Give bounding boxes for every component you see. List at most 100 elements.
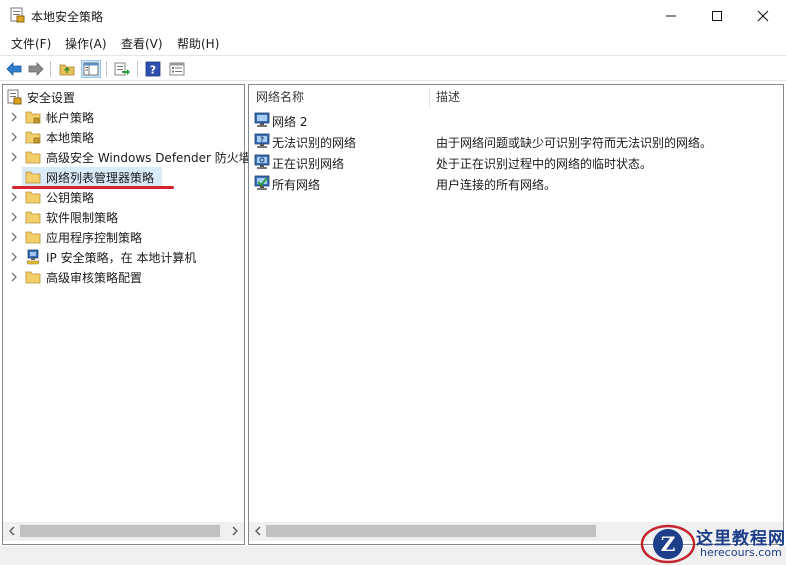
red-annotation-underline (12, 186, 174, 189)
tree-item-label: 高级安全 Windows Defender 防火墙 (46, 150, 251, 165)
chevron-right-icon[interactable] (9, 112, 19, 122)
tree-item-local-policies[interactable]: 本地策略 (3, 127, 243, 147)
menu-action[interactable]: 操作(A) (65, 35, 107, 52)
list-item[interactable]: 所有网络 用户连接的所有网络。 (250, 173, 780, 193)
watermark: Z 这里教程网 herecours.com (640, 520, 786, 565)
list-item-description: 用户连接的所有网络。 (436, 178, 557, 192)
chevron-right-icon[interactable] (9, 272, 19, 282)
tree-item-label: 网络列表管理器策略 (46, 170, 155, 185)
scroll-left-icon[interactable] (6, 525, 18, 537)
svg-text:Z: Z (661, 532, 676, 556)
menu-view[interactable]: 查看(V) (121, 35, 163, 52)
tree-item-label: 公钥策略 (46, 190, 95, 205)
list-item-name: 所有网络 (272, 178, 321, 192)
tree-item-app-control[interactable]: 应用程序控制策略 (3, 227, 243, 247)
menu-bar (0, 31, 786, 53)
toolbar: ? (0, 55, 786, 81)
chevron-right-icon[interactable] (9, 192, 19, 202)
close-button[interactable] (740, 0, 786, 31)
folder-icon (25, 151, 41, 164)
ip-security-icon (26, 249, 40, 265)
svg-text:?: ? (150, 64, 156, 77)
folder-icon (25, 191, 41, 204)
title-bar: 本地安全策略 (0, 0, 786, 31)
toolbar-separator (137, 61, 138, 77)
tree-item-label: 帐户策略 (46, 110, 95, 125)
properties-icon (169, 62, 185, 76)
export-list-icon (114, 62, 130, 76)
toolbar-separator (106, 61, 107, 77)
chevron-right-icon[interactable] (9, 132, 19, 142)
folder-icon (25, 171, 41, 184)
list-item-name: 网络 2 (272, 115, 308, 129)
export-list-button[interactable] (112, 60, 132, 78)
tree-item-label: 软件限制策略 (46, 210, 119, 225)
list-item-description: 处于正在识别过程中的网络的临时状态。 (436, 157, 653, 171)
list-item-name: 无法识别的网络 (272, 136, 357, 150)
close-icon (757, 10, 769, 21)
watermark-site: herecours.com (700, 546, 782, 559)
watermark-logo-icon: Z (640, 524, 696, 564)
show-hide-tree-button[interactable] (81, 60, 101, 78)
back-button[interactable] (4, 60, 24, 78)
maximize-button[interactable] (694, 0, 740, 31)
menu-file[interactable]: 文件(F) (11, 35, 51, 52)
identifying-network-icon (254, 154, 270, 169)
help-icon: ? (145, 61, 161, 77)
help-button[interactable]: ? (143, 60, 163, 78)
list-item[interactable]: ? 无法识别的网络 由于网络问题或缺少可识别字符而无法识别的网络。 (250, 131, 780, 151)
column-header-description[interactable]: 描述 (436, 88, 460, 105)
folder-icon (25, 271, 41, 284)
show-hide-tree-icon (83, 62, 99, 76)
security-settings-icon (7, 89, 22, 105)
list-item-name: 正在识别网络 (272, 157, 345, 171)
tree-item-advanced-audit[interactable]: 高级审核策略配置 (3, 267, 243, 287)
menu-help[interactable]: 帮助(H) (177, 35, 219, 52)
tree-root-security-settings[interactable]: 安全设置 (3, 87, 243, 107)
locked-folder-icon (25, 111, 41, 124)
properties-button[interactable] (167, 60, 187, 78)
window-title: 本地安全策略 (31, 10, 104, 24)
list-item[interactable]: 网络 2 (250, 110, 780, 130)
svg-text:?: ? (260, 136, 264, 144)
tree-item-defender-firewall[interactable]: 高级安全 Windows Defender 防火墙 (3, 147, 251, 167)
column-header-network-name[interactable]: 网络名称 (256, 88, 304, 105)
tree-item-label: 应用程序控制策略 (46, 230, 143, 245)
folder-icon (25, 211, 41, 224)
tree-item-account-policies[interactable]: 帐户策略 (3, 107, 243, 127)
chevron-right-icon[interactable] (9, 232, 19, 242)
minimize-button[interactable] (648, 0, 694, 31)
scroll-left-icon[interactable] (252, 525, 264, 537)
tree-item-ip-security[interactable]: IP 安全策略，在 本地计算机 (3, 247, 243, 267)
list-item[interactable]: 正在识别网络 处于正在识别过程中的网络的临时状态。 (250, 152, 780, 172)
chevron-right-icon[interactable] (9, 252, 19, 262)
chevron-right-icon[interactable] (9, 212, 19, 222)
tree-item-label: IP 安全策略，在 本地计算机 (46, 250, 197, 265)
local-security-policy-icon (10, 7, 25, 23)
all-networks-icon (254, 175, 270, 190)
forward-arrow-icon (28, 62, 44, 76)
locked-folder-icon (25, 131, 41, 144)
scrollbar-thumb[interactable] (266, 525, 596, 537)
list-item-description: 由于网络问题或缺少可识别字符而无法识别的网络。 (436, 136, 713, 150)
back-arrow-icon (6, 62, 22, 76)
up-folder-icon (59, 64, 75, 76)
column-divider[interactable] (429, 88, 430, 108)
scroll-right-icon[interactable] (229, 525, 241, 537)
tree-item-label: 高级审核策略配置 (46, 270, 143, 285)
maximize-icon (712, 10, 722, 21)
chevron-right-icon[interactable] (9, 152, 19, 162)
tree-item-software-restriction[interactable]: 软件限制策略 (3, 207, 243, 227)
tree-item-network-list-manager[interactable]: 网络列表管理器策略 (3, 167, 243, 187)
tree-pane: 安全设置 帐户策略 本地策略 高级安全 Windows Defender 防火墙… (2, 84, 251, 545)
tree-horizontal-scrollbar[interactable] (3, 522, 244, 541)
network-icon (254, 112, 270, 127)
tree-item-label: 本地策略 (46, 130, 95, 145)
toolbar-separator (50, 61, 51, 77)
tree-item-public-key-policies[interactable]: 公钥策略 (3, 187, 243, 207)
scrollbar-thumb[interactable] (20, 525, 220, 537)
up-folder-button[interactable] (57, 60, 77, 78)
tree-root-label: 安全设置 (27, 90, 76, 105)
forward-button[interactable] (26, 60, 46, 78)
minimize-icon (666, 15, 676, 16)
